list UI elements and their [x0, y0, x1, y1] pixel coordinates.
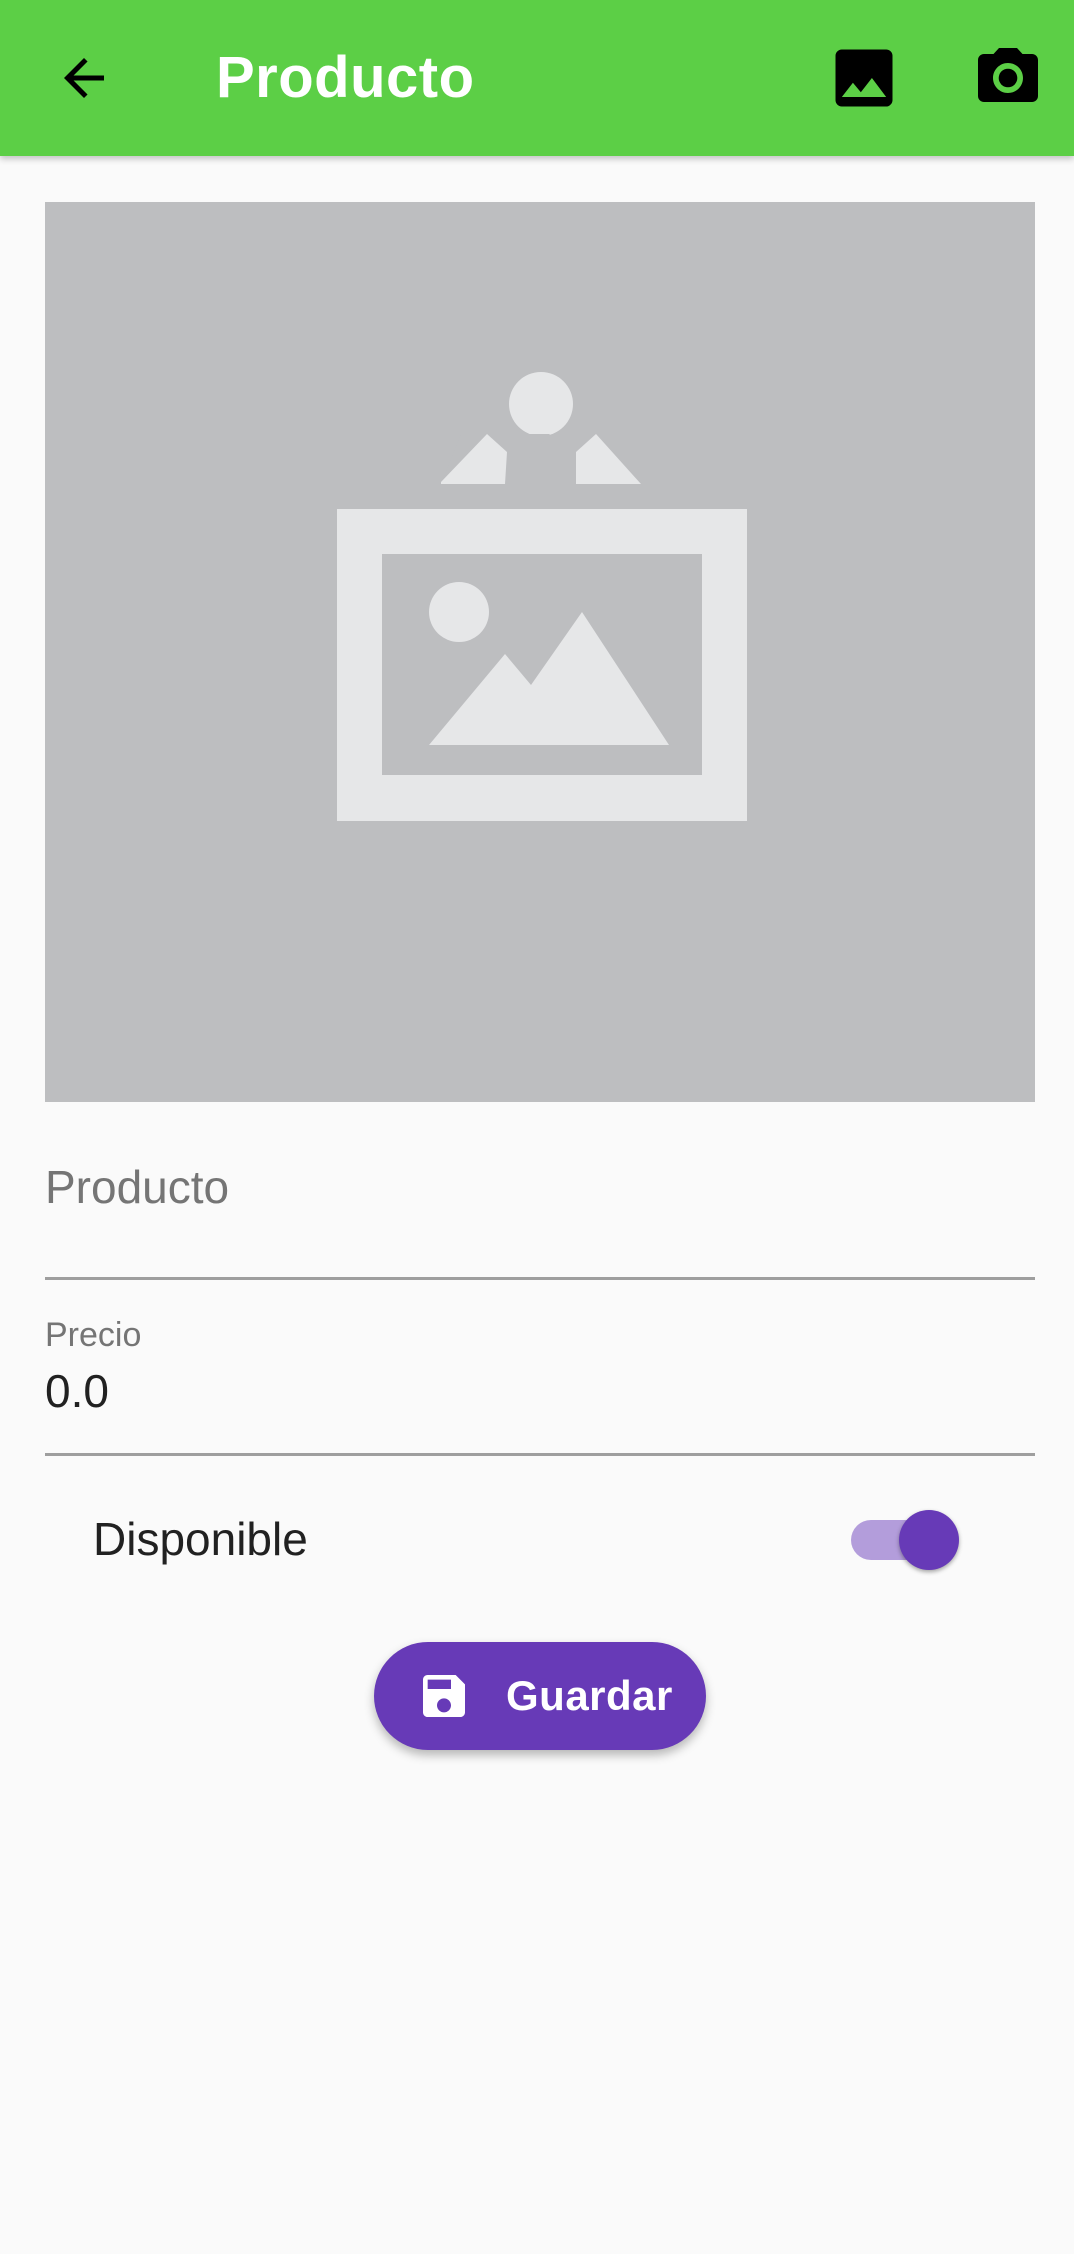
switch-thumb: [899, 1510, 959, 1570]
product-image[interactable]: [45, 202, 1035, 1102]
photo-icon: [835, 49, 893, 107]
precio-label: Precio: [45, 1316, 142, 1354]
producto-field[interactable]: Producto: [45, 1120, 1035, 1280]
precio-field[interactable]: Precio 0.0: [45, 1300, 1035, 1456]
precio-underline: [45, 1453, 1035, 1456]
app-bar: Producto: [0, 0, 1074, 156]
producto-placeholder: Producto: [45, 1161, 230, 1213]
disponible-switch[interactable]: [845, 1506, 969, 1574]
save-icon: [423, 1675, 465, 1717]
camera-icon: [978, 48, 1038, 102]
gallery-button[interactable]: [820, 34, 908, 122]
save-button-label: Guardar: [506, 1672, 673, 1719]
arrow-back-icon: [64, 58, 104, 98]
save-button[interactable]: Guardar: [374, 1642, 706, 1750]
disponible-row[interactable]: Disponible: [45, 1486, 1035, 1594]
back-button[interactable]: [40, 34, 128, 122]
disponible-label: Disponible: [93, 1513, 308, 1565]
camera-button[interactable]: [964, 34, 1052, 122]
precio-input[interactable]: 0.0: [45, 1364, 1035, 1418]
producto-underline: [45, 1277, 1035, 1280]
page-title: Producto: [216, 45, 475, 110]
